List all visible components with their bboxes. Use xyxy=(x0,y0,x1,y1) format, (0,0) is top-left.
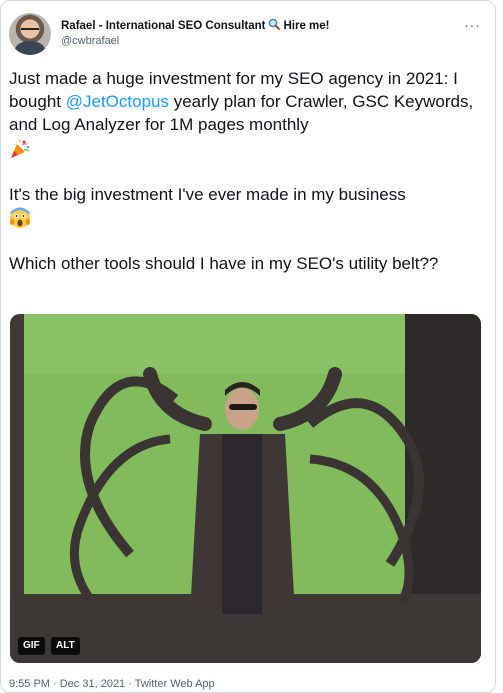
gif-media[interactable]: GIF ALT xyxy=(10,314,481,663)
tweet-text-part-3: It's the big investment I've ever made i… xyxy=(9,184,406,204)
tweet-text-part-4: Which other tools should I have in my SE… xyxy=(9,254,439,274)
gif-frame xyxy=(10,314,481,663)
magnifier-icon xyxy=(269,18,281,30)
tweet-paragraph-2: It's the big investment I've ever made i… xyxy=(9,183,491,230)
tweet-timestamp[interactable]: 9:55 PM · Dec 31, 2021 · Twitter Web App xyxy=(9,678,215,690)
gif-badge: GIF xyxy=(18,637,45,655)
tweet-card: Rafael - International SEO Consultant Hi… xyxy=(0,0,496,693)
avatar[interactable] xyxy=(9,13,51,55)
avatar-glasses xyxy=(21,28,39,32)
tweet-paragraph-3: Which other tools should I have in my SE… xyxy=(9,252,491,275)
tweet-text: Just made a huge investment for my SEO a… xyxy=(9,67,491,298)
tweet-paragraph-1: Just made a huge investment for my SEO a… xyxy=(9,67,491,160)
author-handle[interactable]: @cwbrafael xyxy=(61,35,119,47)
mention-link[interactable]: @JetOctopus xyxy=(66,92,169,111)
author-name[interactable]: Rafael - International SEO Consultant Hi… xyxy=(61,17,330,32)
more-icon[interactable]: ··· xyxy=(464,17,481,33)
scream-face-icon xyxy=(10,207,30,229)
display-name[interactable]: Rafael - International SEO Consultant xyxy=(61,20,265,32)
tweet-header: Rafael - International SEO Consultant Hi… xyxy=(9,13,489,57)
name-suffix: Hire me! xyxy=(283,20,330,32)
party-popper-icon xyxy=(11,139,30,158)
alt-badge[interactable]: ALT xyxy=(51,637,80,655)
avatar-shirt xyxy=(15,41,45,55)
